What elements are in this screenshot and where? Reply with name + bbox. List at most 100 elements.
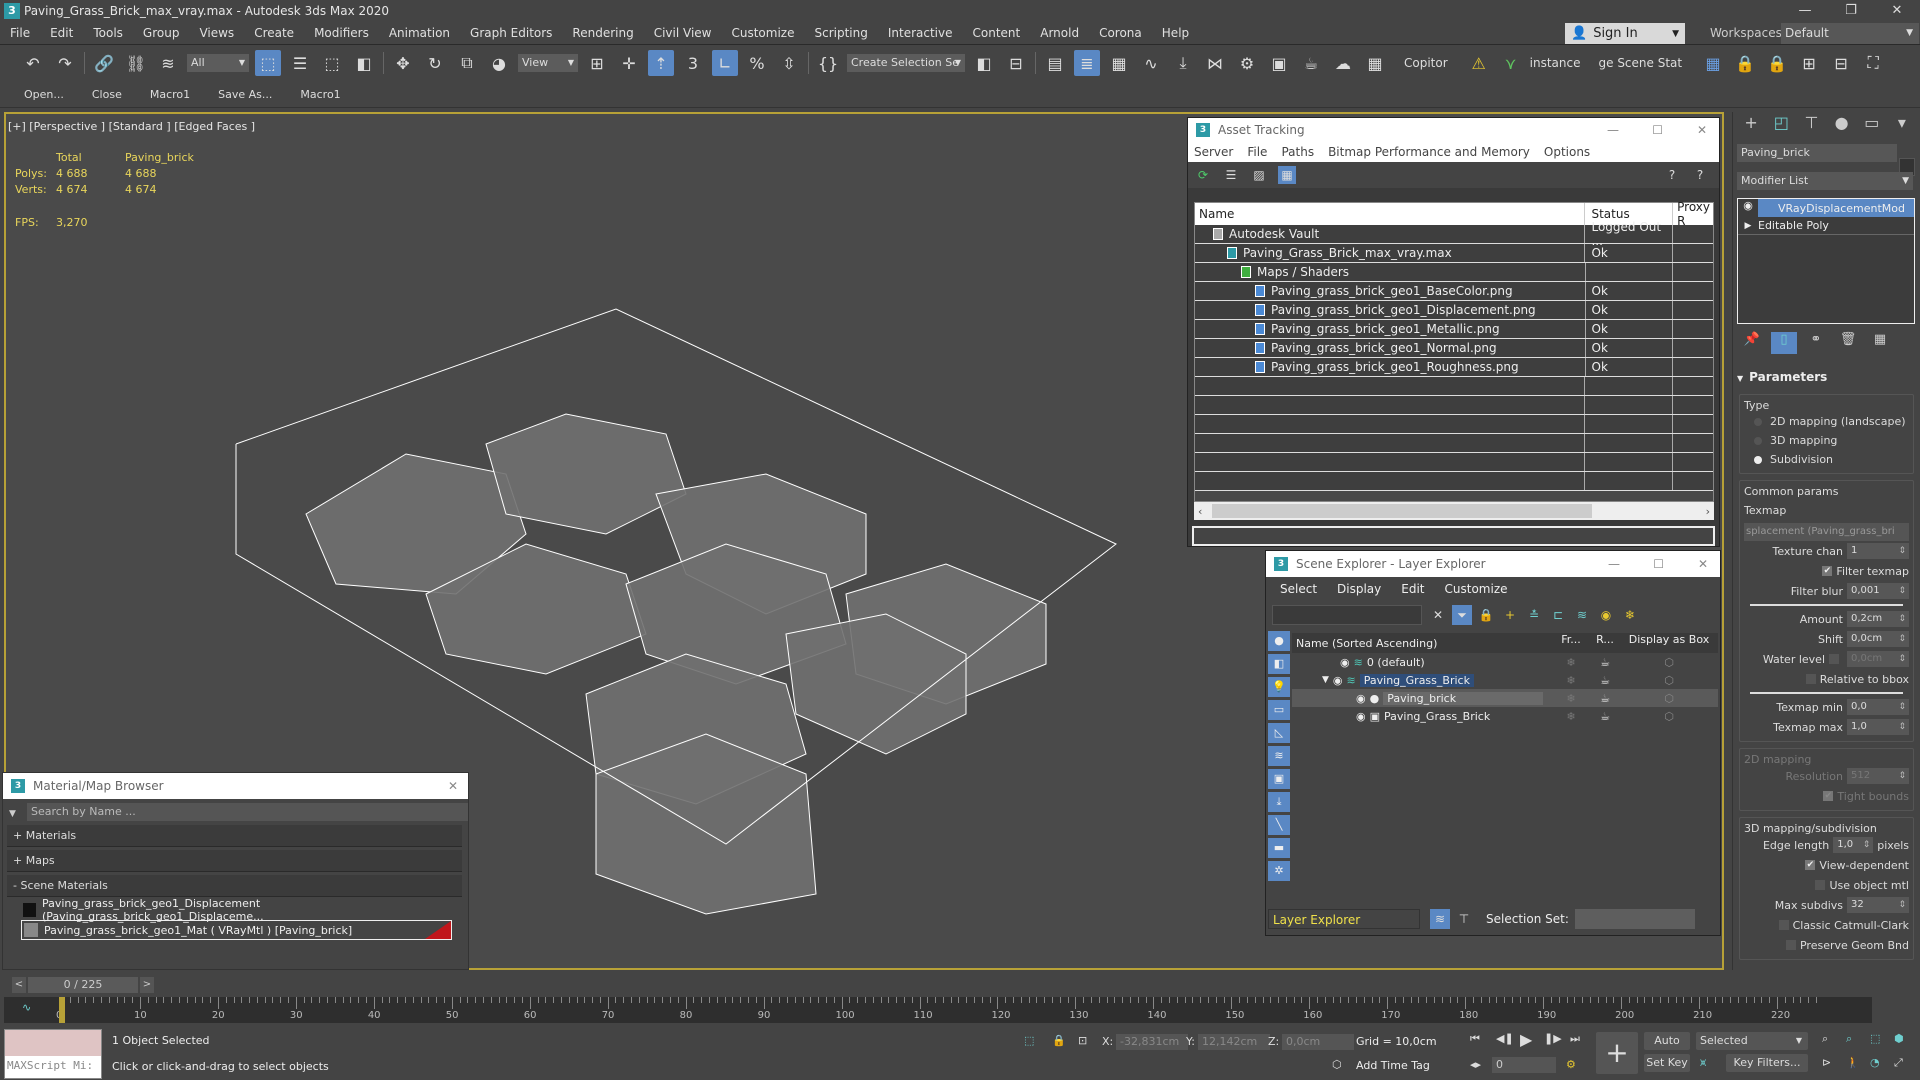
layers-mode-icon[interactable]: ≋ <box>1430 909 1450 929</box>
cameras-filter-icon[interactable]: ▭ <box>1268 700 1290 720</box>
select-filter-icon[interactable]: ⏷ <box>1452 605 1472 625</box>
relative-bbox-checkbox[interactable]: Relative to bbox <box>1744 669 1909 689</box>
max-subdivs-spinner[interactable]: 32 <box>1847 897 1909 913</box>
field-of-view-icon[interactable]: ⊳ <box>1822 1056 1831 1069</box>
selection-set-select[interactable] <box>1574 909 1695 929</box>
renderable-icon[interactable]: ☕ <box>1588 674 1622 687</box>
absolute-mode-icon[interactable]: ⊡ <box>1078 1034 1087 1047</box>
resolution-spinner[interactable]: 512 <box>1847 768 1909 784</box>
percent-snap-icon[interactable]: % <box>744 50 770 76</box>
manage-scene-states-button[interactable]: ge Scene Stat <box>1599 56 1683 70</box>
refresh-icon[interactable]: ⟳ <box>1194 166 1212 184</box>
pivot-center-icon[interactable]: ⊞ <box>584 50 610 76</box>
tree-row[interactable]: ◉ ● Paving_brick ❄ ☕ ⬡ <box>1292 689 1718 707</box>
curve-editor-icon[interactable]: ∿ <box>1138 50 1164 76</box>
go-to-end-icon[interactable]: ⏭ <box>1570 1032 1580 1046</box>
column-name[interactable]: Name <box>1195 203 1586 225</box>
object-name-input[interactable]: Paving_brick <box>1737 144 1897 162</box>
menu-create[interactable]: Create <box>244 22 304 45</box>
undo-icon[interactable]: ↶ <box>20 50 46 76</box>
edge-length-spinner[interactable]: 1,0 <box>1833 837 1874 853</box>
remove-viewport-icon[interactable]: ⊟ <box>1828 50 1854 76</box>
menu-group[interactable]: Group <box>133 22 190 45</box>
eye-icon[interactable]: ◉ <box>1356 692 1366 705</box>
tree-row[interactable]: ◉ ▣ Paving_Grass_Brick ❄ ☕ ⬡ <box>1292 707 1718 725</box>
geometry-filter-icon[interactable]: ● <box>1268 631 1290 651</box>
placement-icon[interactable]: ◕ <box>486 50 512 76</box>
spinner-snap-icon[interactable]: ⇳ <box>776 50 802 76</box>
viewport-label[interactable]: [+] [Perspective ] [Standard ] [Edged Fa… <box>8 120 255 133</box>
table-row[interactable]: Paving_grass_brick_geo1_Roughness.png Ok <box>1195 358 1713 377</box>
column-name[interactable]: Name (Sorted Ascending) <box>1292 633 1554 653</box>
render-production-icon[interactable]: ☕ <box>1298 50 1324 76</box>
texmap-button[interactable]: splacement (Paving_grass_bri <box>1744 523 1909 541</box>
scale-icon[interactable]: ⧉ <box>454 50 480 76</box>
align-icon[interactable]: ⊟ <box>1003 50 1029 76</box>
radio-subdivision[interactable]: Subdivision <box>1744 450 1909 469</box>
redo-icon[interactable]: ↷ <box>52 50 78 76</box>
zoom-icon[interactable]: ⌕ <box>1822 1032 1828 1046</box>
remove-modifier-icon[interactable]: 🗑 <box>1835 332 1861 354</box>
previous-frame-icon[interactable]: < <box>12 977 26 993</box>
add-to-layer-icon[interactable]: ≛ <box>1524 605 1544 625</box>
open-button[interactable]: Open... <box>24 88 64 101</box>
freeze-icon[interactable]: ❄ <box>1554 692 1588 705</box>
bind-space-warp-icon[interactable]: ≋ <box>155 50 181 76</box>
edit-named-selection-icon[interactable]: {} <box>815 50 841 76</box>
texmap-min-spinner[interactable]: 0,0 <box>1847 699 1909 715</box>
create-selection-set-select[interactable]: Create Selection Se ▼ <box>847 54 965 72</box>
next-frame-icon[interactable]: ❚▶ <box>1544 1032 1562 1045</box>
maximize-viewport-toggle-icon[interactable]: ⤢ <box>1894 1056 1903 1070</box>
renderable-icon[interactable]: ☕ <box>1588 656 1622 669</box>
column-frozen[interactable]: Fr... <box>1554 633 1588 653</box>
column-proxy[interactable]: Proxy R <box>1673 200 1713 228</box>
table-row[interactable]: Maps / Shaders <box>1195 263 1713 282</box>
viewport-lock-gold-icon[interactable]: 🔒 <box>1764 50 1790 76</box>
freeze-icon[interactable]: ❄ <box>1554 674 1588 687</box>
box-display-icon[interactable]: ⬡ <box>1622 656 1716 669</box>
key-mode-select[interactable]: Selected ▼ <box>1696 1032 1808 1050</box>
time-configuration-icon[interactable]: ⚙ <box>1566 1058 1576 1071</box>
render-cloud-icon[interactable]: ☁ <box>1330 50 1356 76</box>
rotate-icon[interactable]: ↻ <box>422 50 448 76</box>
minimize-button[interactable]: — <box>1608 557 1620 571</box>
copitor-button[interactable]: Copitor <box>1404 56 1448 70</box>
set-key-button[interactable]: Set Key <box>1644 1054 1690 1072</box>
maximize-button[interactable]: ☐ <box>1652 123 1663 137</box>
close-button[interactable]: ✕ <box>1874 0 1920 22</box>
catmull-clark-checkbox[interactable]: Classic Catmull-Clark <box>1744 915 1909 935</box>
table-row[interactable]: Paving_grass_brick_geo1_Normal.png Ok <box>1195 339 1713 358</box>
viewport-layout-icon[interactable]: ▦ <box>1700 50 1726 76</box>
dope-sheet-icon[interactable]: ⤓ <box>1170 50 1196 76</box>
box-display-icon[interactable]: ⬡ <box>1622 710 1716 723</box>
filter-blur-spinner[interactable]: 0,001 <box>1847 583 1909 599</box>
options-menu-icon[interactable]: ▼ <box>9 809 16 819</box>
scroll-right-icon[interactable]: › <box>1706 505 1710 518</box>
auto-key-button[interactable]: Auto Key <box>1644 1032 1690 1065</box>
time-slider[interactable]: < 0 / 225 > <box>0 975 1720 995</box>
default-in-out-tangents-icon[interactable]: ⩙ <box>1700 1056 1706 1070</box>
eye-icon[interactable]: ◉ <box>1356 710 1366 723</box>
table-row[interactable]: Autodesk Vault Logged Out ... <box>1195 220 1713 248</box>
restore-button[interactable]: ❐ <box>1828 0 1874 22</box>
radio-2d-mapping[interactable]: 2D mapping (landscape) <box>1744 412 1909 431</box>
table-row[interactable]: Paving_grass_brick_geo1_Displacement.png… <box>1195 301 1713 320</box>
motion-tab-icon[interactable]: ● <box>1830 113 1854 135</box>
tree-row[interactable]: ▼ ◉ ≋ Paving_Grass_Brick ❄ ☕ ⬡ <box>1292 671 1718 689</box>
macro1-button-2[interactable]: Macro1 <box>300 88 340 101</box>
eye-icon[interactable]: ◉ <box>1333 674 1343 687</box>
layer-explorer-icon[interactable]: ≣ <box>1074 50 1100 76</box>
create-layer-icon[interactable]: + <box>1500 605 1520 625</box>
zoom-extents-all-icon[interactable]: ⬢ <box>1894 1032 1904 1045</box>
column-display-as-box[interactable]: Display as Box <box>1622 633 1716 653</box>
select-by-name-icon[interactable]: ☰ <box>287 50 313 76</box>
pin-stack-icon[interactable]: 📌 <box>1739 332 1765 354</box>
helpers-filter-icon[interactable]: ◺ <box>1268 723 1290 743</box>
xrefs-filter-icon[interactable]: ⤓ <box>1268 792 1290 812</box>
keyboard-shortcut-override-icon[interactable]: ⇡ <box>648 50 674 76</box>
toggle-ribbon-icon[interactable]: ▦ <box>1106 50 1132 76</box>
containers-filter-icon[interactable]: ▬ <box>1268 838 1290 858</box>
minimize-button[interactable]: — <box>1607 123 1619 137</box>
freeze-icon[interactable]: ❄ <box>1554 656 1588 669</box>
reference-coordinate-select[interactable]: View ▼ <box>518 54 578 72</box>
